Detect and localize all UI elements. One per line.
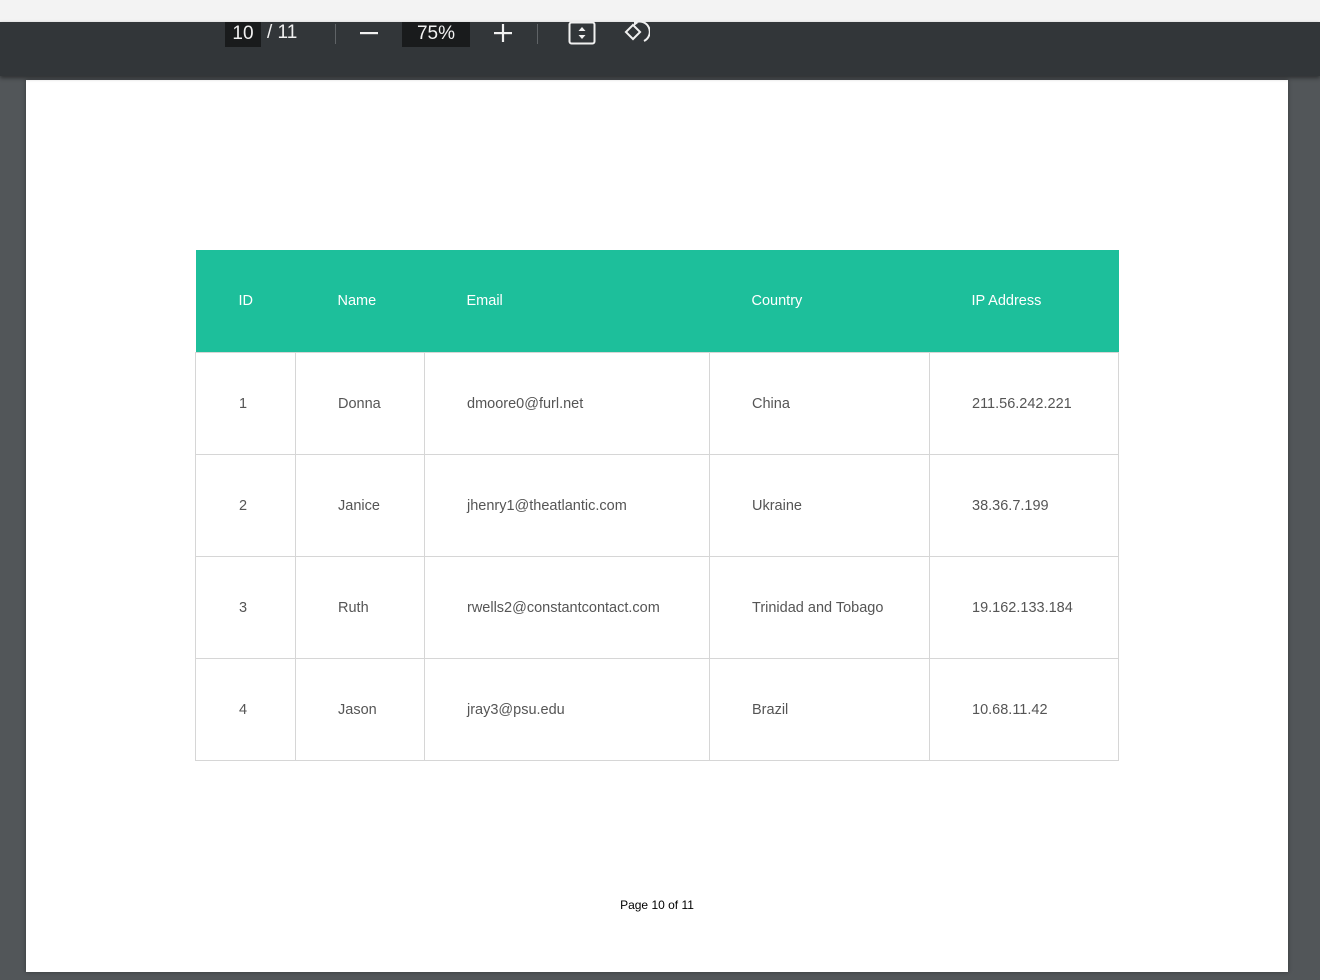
column-header-country: Country	[709, 250, 930, 353]
table-row: 1 Donna dmoore0@furl.net China 211.56.24…	[195, 352, 1119, 455]
cell-id: 4	[195, 658, 296, 761]
cell-id: 1	[195, 352, 296, 455]
browser-top-strip	[0, 0, 1320, 22]
data-table: ID Name Email Country IP Address 1 Donna…	[195, 250, 1119, 761]
cell-country: Brazil	[709, 658, 930, 761]
cell-ip-address: 38.36.7.199	[929, 454, 1119, 557]
cell-id: 3	[195, 556, 296, 659]
column-header-email: Email	[424, 250, 710, 353]
cell-email: dmoore0@furl.net	[424, 352, 710, 455]
pdf-page: ID Name Email Country IP Address 1 Donna…	[26, 80, 1288, 972]
toolbar-divider	[335, 24, 336, 44]
cell-name: Janice	[295, 454, 425, 557]
table-row: 3 Ruth rwells2@constantcontact.com Trini…	[195, 556, 1119, 659]
table-row: 2 Janice jhenry1@theatlantic.com Ukraine…	[195, 454, 1119, 557]
page-total: / 11	[267, 22, 298, 43]
cell-name: Jason	[295, 658, 425, 761]
rotate-button[interactable]	[622, 19, 651, 51]
cell-name: Ruth	[295, 556, 425, 659]
zoom-level-input[interactable]: 75%	[402, 22, 470, 47]
cell-email: rwells2@constantcontact.com	[424, 556, 710, 659]
cell-email: jray3@psu.edu	[424, 658, 710, 761]
rotate-icon	[622, 19, 651, 51]
cell-country: China	[709, 352, 930, 455]
cell-country: Ukraine	[709, 454, 930, 557]
column-header-id: ID	[195, 250, 296, 353]
toolbar-divider	[537, 24, 538, 44]
cell-id: 2	[195, 454, 296, 557]
fit-to-page-button[interactable]	[568, 21, 596, 50]
table-header-row: ID Name Email Country IP Address	[195, 250, 1119, 353]
plus-icon	[493, 23, 513, 48]
cell-name: Donna	[295, 352, 425, 455]
cell-ip-address: 10.68.11.42	[929, 658, 1119, 761]
pdf-toolbar: 10 / 11 75%	[0, 19, 1320, 76]
cell-ip-address: 19.162.133.184	[929, 556, 1119, 659]
column-header-name: Name	[295, 250, 425, 353]
page-footer: Page 10 of 11	[620, 898, 694, 912]
minus-icon	[359, 23, 379, 48]
cell-country: Trinidad and Tobago	[709, 556, 930, 659]
cell-email: jhenry1@theatlantic.com	[424, 454, 710, 557]
column-header-ip-address: IP Address	[929, 250, 1119, 353]
cell-ip-address: 211.56.242.221	[929, 352, 1119, 455]
zoom-out-button[interactable]	[355, 22, 383, 48]
zoom-in-button[interactable]	[489, 22, 517, 48]
table-row: 4 Jason jray3@psu.edu Brazil 10.68.11.42	[195, 658, 1119, 761]
fit-to-page-icon	[568, 21, 596, 50]
page-number-input[interactable]: 10	[225, 22, 261, 47]
